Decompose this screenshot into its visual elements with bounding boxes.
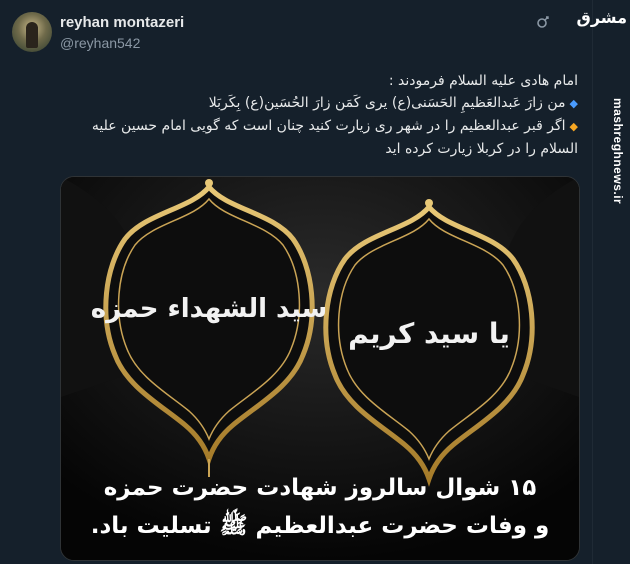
x-logo-icon[interactable] — [536, 15, 550, 29]
orange-diamond-icon: ◆ — [569, 120, 578, 133]
user-handle[interactable]: @reyhan542 — [60, 35, 140, 51]
tweet-image[interactable]: سید الشهداء حمزه یا سید کریم ۱۵ شوال سال… — [60, 176, 580, 561]
tweet-line: السلام را در کربلا زیارت کرده اید — [385, 141, 578, 157]
tweet-text: امام هادی علیه السلام فرمودند : ◆من زارَ… — [60, 70, 578, 160]
tweet-line: امام هادی علیه السلام فرمودند : — [388, 73, 578, 89]
mashregh-logo: مشرق — [576, 8, 627, 27]
avatar[interactable] — [12, 12, 52, 52]
tweet-line: ◆اگر قبر عبدالعظیم را در شهر ری زیارت کن… — [60, 115, 578, 138]
tweet-line-text: اگر قبر عبدالعظیم را در شهر ری زیارت کنی… — [91, 118, 566, 134]
image-artwork: سید الشهداء حمزه یا سید کریم — [61, 177, 579, 560]
mashregh-url: mashreghnews.ir — [611, 98, 625, 205]
tweet-line-text: من زارَ عَبدالعَظیمِ الحَسَنی(ع) یری کَم… — [208, 95, 566, 111]
calligraphy-left: سید الشهداء حمزه — [91, 294, 328, 324]
image-caption-line2: و وفات حضرت عبدالعظیم ﷺ تسلیت باد. — [90, 513, 550, 539]
calligraphy-right: یا سید کریم — [348, 317, 510, 350]
display-name[interactable]: reyhan montazeri — [60, 14, 184, 31]
image-caption-line1: ۱۵ شوال سالروز شهادت حضرت حمزه — [103, 475, 537, 501]
tweet-line: ◆من زارَ عَبدالعَظیمِ الحَسَنی(ع) یری کَ… — [60, 92, 578, 115]
avatar-figure — [26, 22, 38, 48]
tweet-card[interactable]: reyhan montazeri @reyhan542 امام هادی عل… — [0, 0, 592, 564]
blue-diamond-icon: ◆ — [569, 97, 578, 110]
